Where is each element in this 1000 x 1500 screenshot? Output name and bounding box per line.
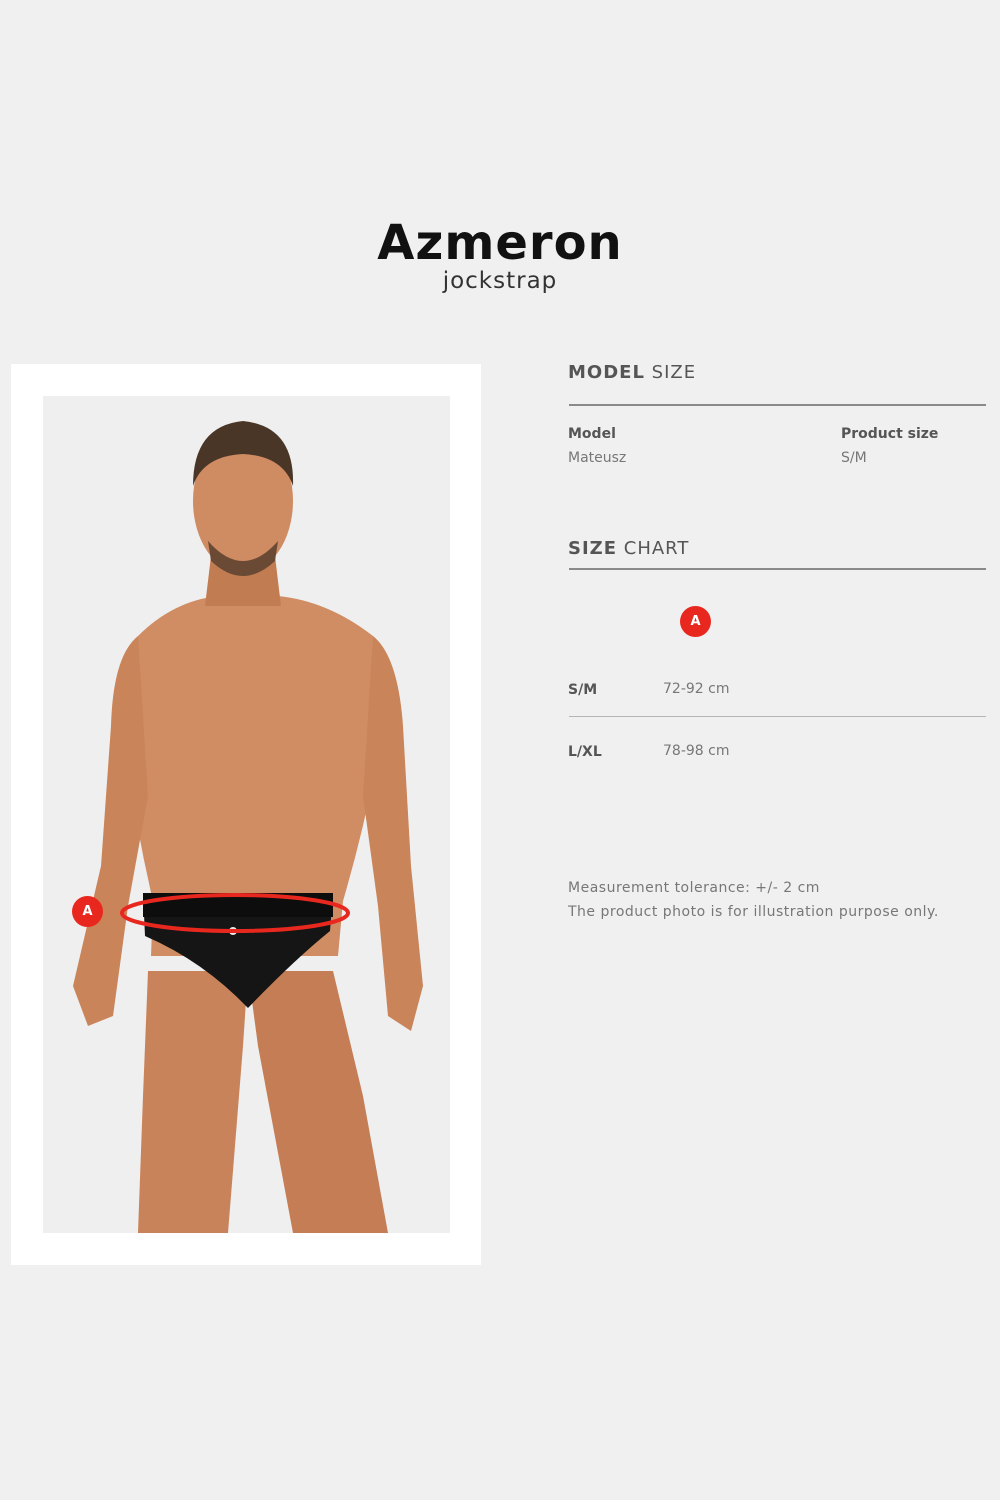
size-row-1-measure: 72-92 cm [663, 681, 730, 697]
model-label: Model [568, 426, 616, 442]
measurement-tolerance-note: Measurement tolerance: +/- 2 cm [568, 880, 820, 896]
size-row-2-size: L/XL [568, 744, 602, 760]
size-chart-heading-light: CHART [623, 538, 690, 559]
model-value: Mateusz [568, 450, 627, 466]
model-size-heading-light: SIZE [651, 362, 697, 383]
size-row-1-size: S/M [568, 682, 598, 698]
chart-column-marker-a: A [680, 606, 711, 637]
product-title: Azmeron [377, 215, 623, 271]
product-size-value: S/M [841, 450, 867, 466]
product-subtitle: jockstrap [442, 268, 558, 294]
model-size-heading: MODEL SIZE [568, 362, 696, 383]
size-row-divider [569, 716, 986, 717]
model-figure-illustration [73, 421, 423, 1233]
illustration-disclaimer: The product photo is for illustration pu… [568, 904, 939, 920]
product-size-label: Product size [841, 426, 939, 442]
model-photo [43, 396, 450, 1233]
size-row-2-measure: 78-98 cm [663, 743, 730, 759]
size-chart-divider [569, 568, 986, 570]
photo-marker-a: A [72, 896, 103, 927]
size-chart-heading-bold: SIZE [568, 538, 618, 559]
size-chart-heading: SIZE CHART [568, 538, 689, 559]
model-size-heading-bold: MODEL [568, 362, 645, 383]
model-size-divider [569, 404, 986, 406]
